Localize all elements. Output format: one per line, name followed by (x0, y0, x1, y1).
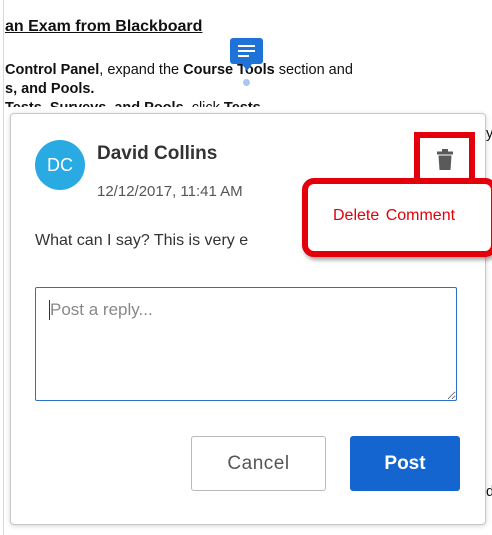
comment-marker[interactable] (230, 38, 263, 71)
post-button[interactable]: Post (350, 436, 460, 491)
text-caret (49, 300, 50, 320)
trash-icon (437, 149, 453, 170)
document-text: section and (274, 62, 353, 78)
page-border (3, 0, 4, 535)
document-bold-text: Control Panel (5, 62, 100, 78)
comment-anchor-dot (243, 79, 250, 86)
cancel-button[interactable]: Cancel (191, 436, 326, 491)
comment-timestamp: 12/12/2017, 11:41 AM (97, 183, 243, 200)
comment-body: What can I say? This is very e (35, 232, 249, 249)
document-bold-text: Course Tools (183, 62, 275, 78)
document-text-fragment: y (486, 126, 492, 142)
comment-lines-icon (238, 45, 255, 57)
delete-comment-tooltip: Delete Comment (302, 178, 492, 257)
document-text-fragment: d (486, 484, 492, 500)
document-bold-text: s, and Pools. (5, 81, 95, 97)
screenshot-stage: an Exam from Blackboard Control Panel, e… (0, 0, 492, 535)
document-line: s, and Pools. (5, 81, 94, 97)
comment-author: David Collins (97, 143, 218, 164)
document-heading: an Exam from Blackboard (5, 18, 203, 35)
document-line: Control Panel, expand the Course Tools s… (5, 62, 353, 78)
document-text: , expand the (99, 62, 184, 78)
tooltip-label: Delete Comment (333, 207, 456, 224)
reply-input[interactable] (35, 287, 457, 401)
avatar: DC (35, 140, 85, 190)
